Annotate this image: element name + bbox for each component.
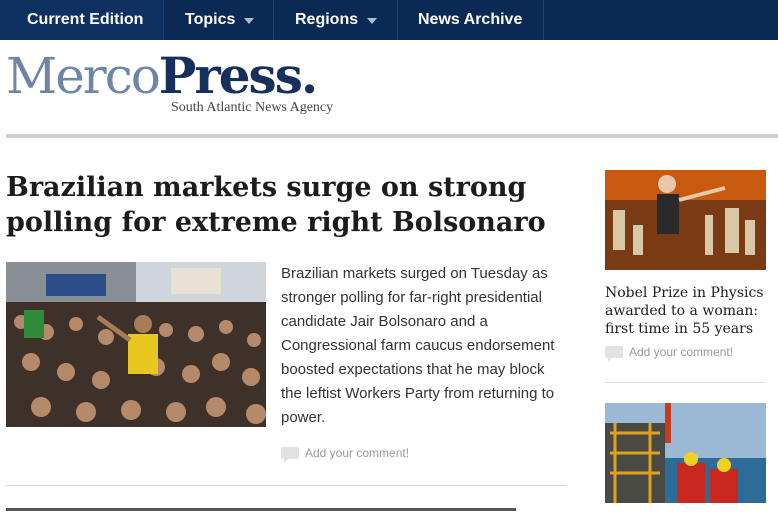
sidebar-add-comment-label: Add your comment! <box>629 345 734 359</box>
next-story-headline-cut[interactable] <box>6 505 566 512</box>
sidebar-story2-photo[interactable] <box>605 403 766 503</box>
sidebar-story-title[interactable]: Nobel Prize in Physics awarded to a woma… <box>605 284 775 338</box>
sidebar-add-comment-link[interactable]: Add your comment! <box>605 345 734 362</box>
nav-news-archive[interactable]: News Archive <box>398 0 544 40</box>
sidebar-divider <box>605 382 766 383</box>
add-comment-link[interactable]: Add your comment! <box>281 446 410 463</box>
logo-tagline: South Atlantic News Agency <box>171 100 334 115</box>
nav-regions-label: Regions <box>295 11 359 28</box>
comment-bubble-icon <box>281 447 299 463</box>
logo-wordmark: MercoPress. <box>6 46 318 105</box>
main-story-summary: Brazilian markets surged on Tuesday as s… <box>281 265 555 426</box>
nav-news-archive-label: News Archive <box>418 11 523 28</box>
add-comment-label: Add your comment! <box>305 446 410 460</box>
nav-regions[interactable]: Regions <box>274 0 398 40</box>
lab-photo-image <box>605 170 766 270</box>
nav-current-edition-label: Current Edition <box>27 11 144 28</box>
oil-rig-photo-image <box>605 403 766 503</box>
nav-current-edition[interactable]: Current Edition <box>0 0 164 40</box>
main-headline[interactable]: Brazilian markets surge on strong pollin… <box>6 170 586 240</box>
comment-bubble-icon <box>605 346 623 362</box>
logo-merco: Merco <box>6 47 161 105</box>
crowd-photo-image <box>6 262 266 427</box>
logo-press: Press. <box>158 46 318 105</box>
chevron-down-icon <box>244 18 255 24</box>
header-divider <box>6 134 778 138</box>
nav-topics[interactable]: Topics <box>164 0 274 40</box>
nav-topics-label: Topics <box>185 11 236 28</box>
site-logo[interactable]: MercoPress. South Atlantic News Agency <box>6 46 333 116</box>
chevron-down-icon <box>367 18 378 24</box>
sidebar-story-photo[interactable] <box>605 170 766 270</box>
story-divider <box>6 485 566 486</box>
main-story-photo[interactable] <box>6 262 266 427</box>
top-nav: Current Edition Topics Regions News Arch… <box>0 0 778 40</box>
